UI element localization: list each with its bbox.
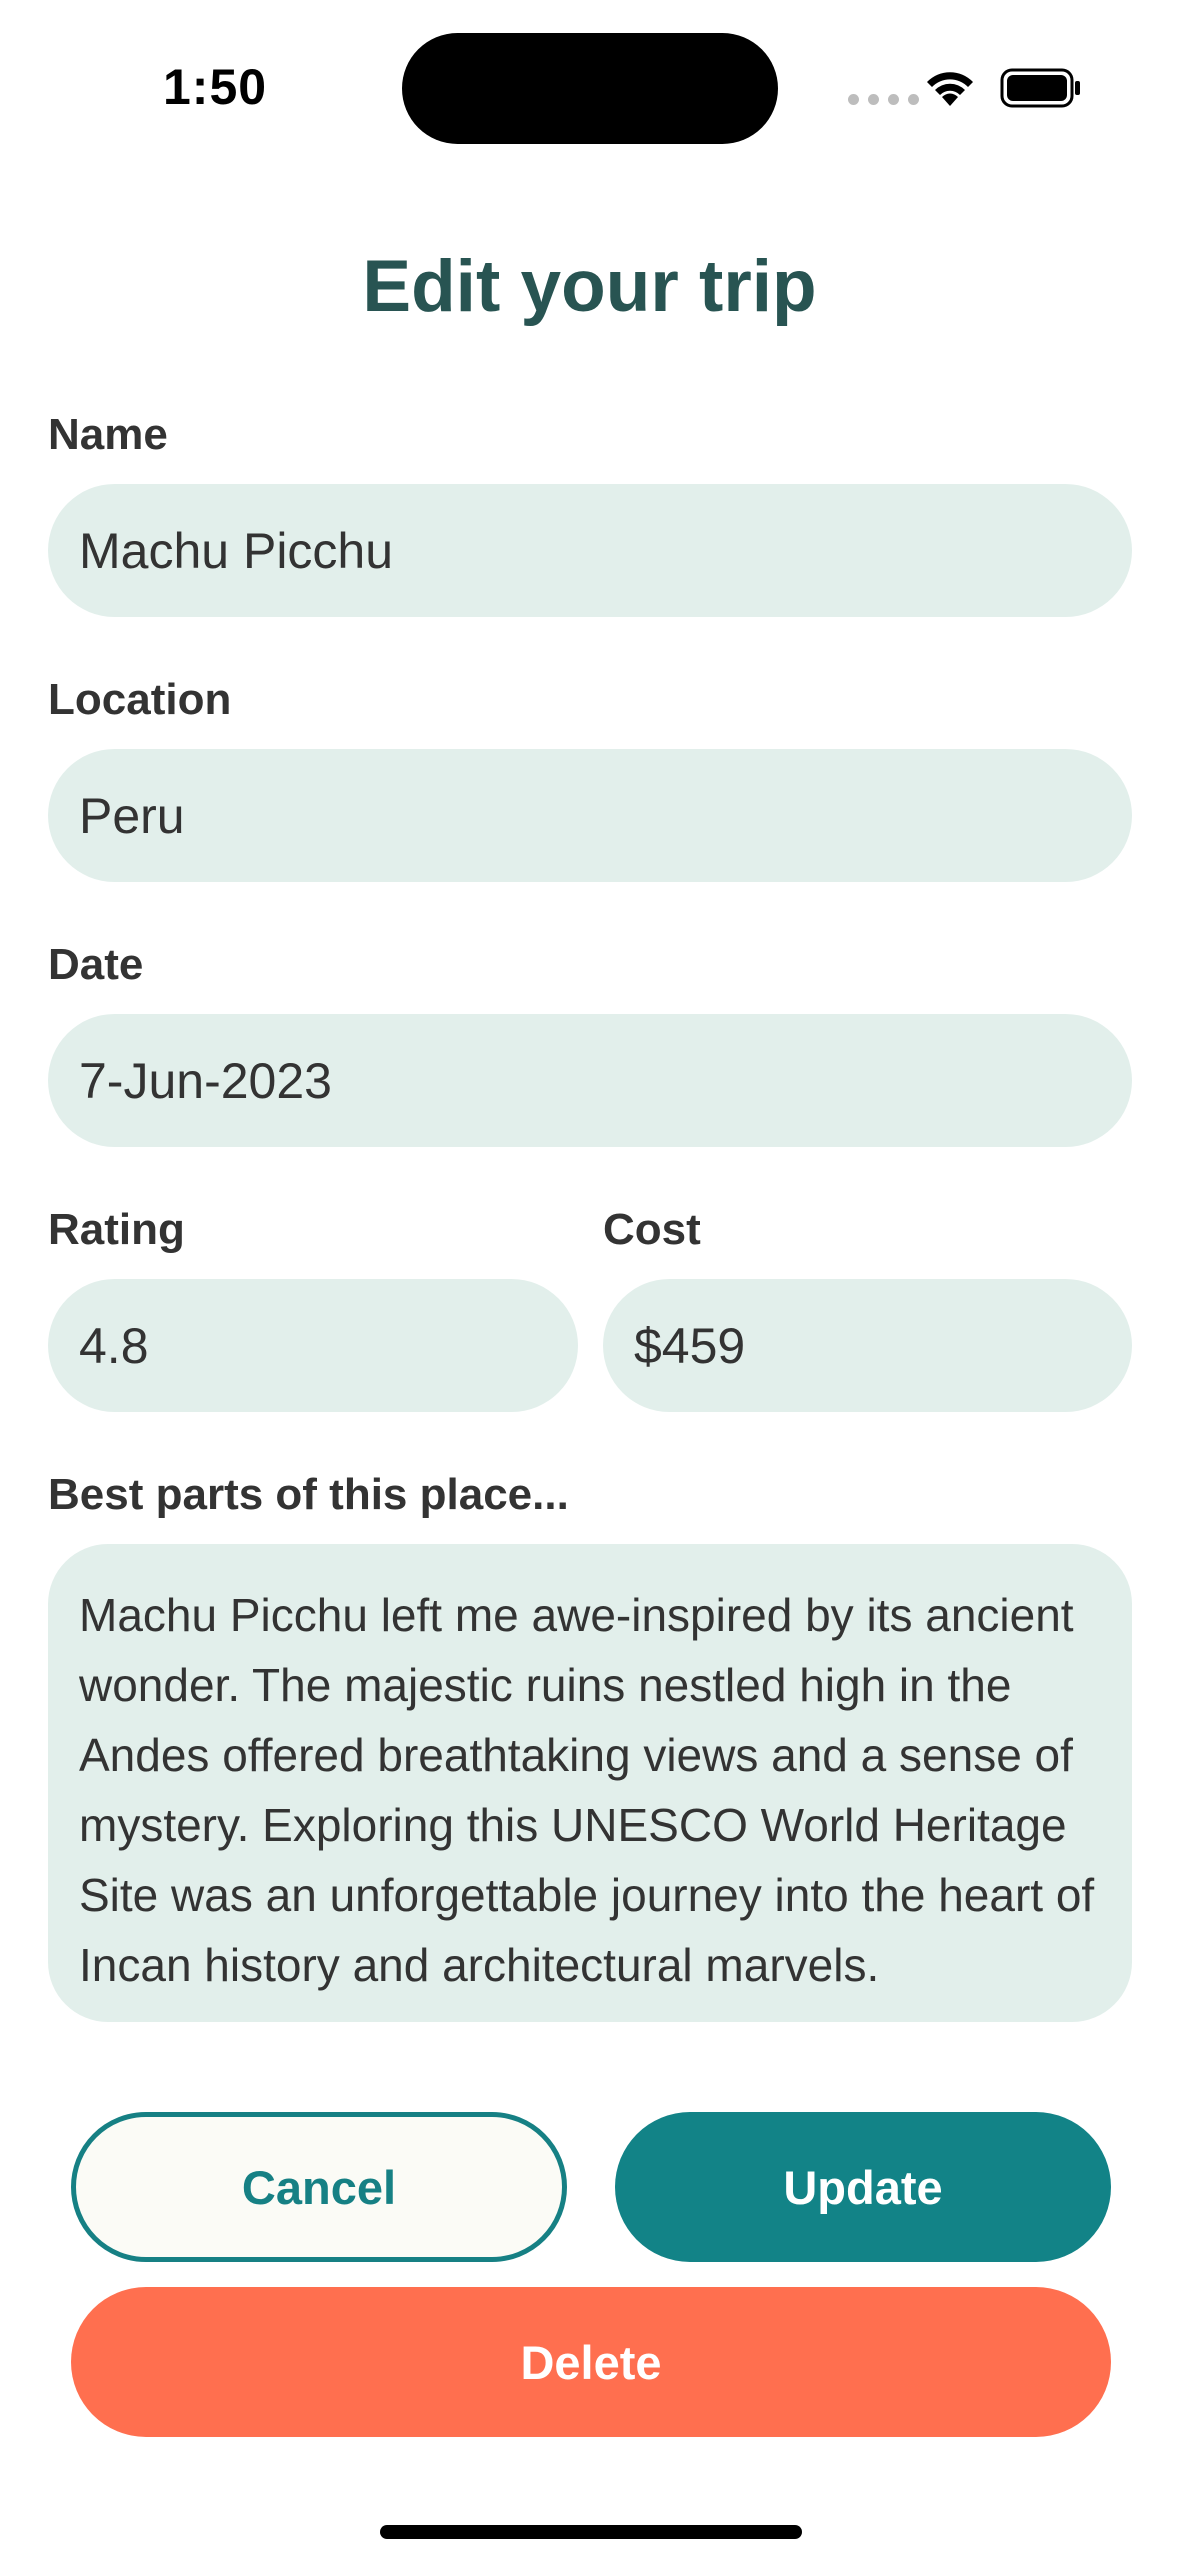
location-label: Location	[48, 675, 232, 724]
best-parts-textarea[interactable]: Machu Picchu left me awe-inspired by its…	[48, 1544, 1132, 2022]
battery-icon	[1000, 68, 1080, 108]
update-button[interactable]: Update	[615, 2112, 1111, 2262]
status-time: 1:50	[163, 59, 268, 115]
dynamic-island	[402, 33, 778, 144]
cellular-signal-icon	[848, 94, 919, 105]
delete-button[interactable]: Delete	[71, 2287, 1111, 2437]
name-label: Name	[48, 410, 168, 459]
best-parts-label: Best parts of this place...	[48, 1470, 569, 1519]
wifi-icon	[927, 72, 973, 106]
rating-input[interactable]: 4.8	[48, 1279, 578, 1412]
home-indicator[interactable]	[380, 2525, 802, 2539]
name-input[interactable]: Machu Picchu	[48, 484, 1132, 617]
cost-label: Cost	[603, 1205, 701, 1254]
page-title: Edit your trip	[362, 246, 817, 327]
date-input[interactable]: 7-Jun-2023	[48, 1014, 1132, 1147]
cancel-button[interactable]: Cancel	[71, 2112, 567, 2262]
rating-label: Rating	[48, 1205, 185, 1254]
location-input[interactable]: Peru	[48, 749, 1132, 882]
date-label: Date	[48, 940, 144, 989]
cost-input[interactable]: $459	[603, 1279, 1132, 1412]
